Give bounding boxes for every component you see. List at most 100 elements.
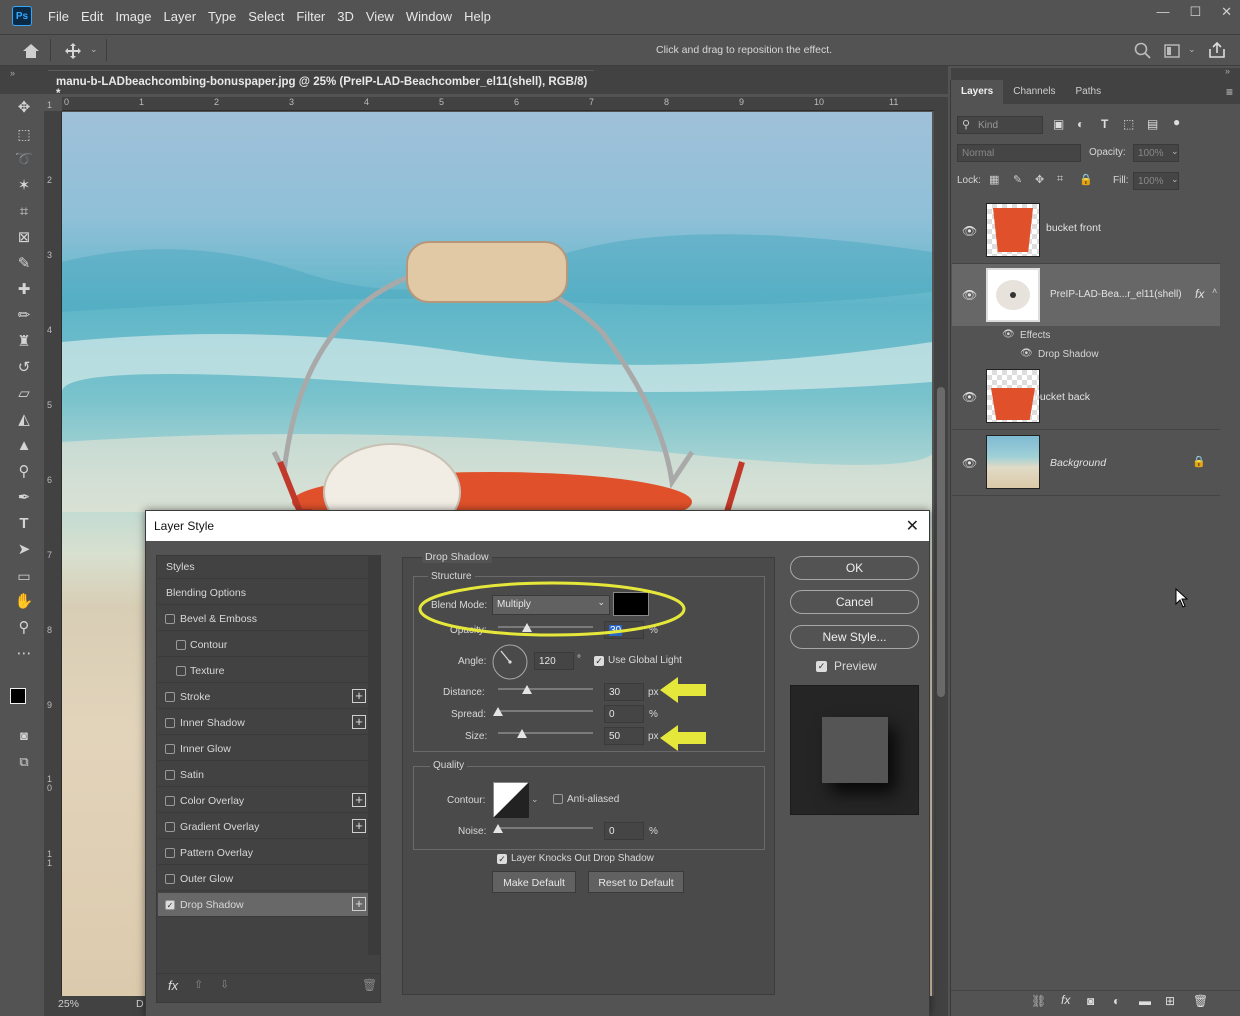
style-item[interactable]: Styles <box>158 555 368 579</box>
noise-field[interactable]: 0 <box>604 822 644 840</box>
reset-default-button[interactable]: Reset to Default <box>588 871 684 893</box>
style-checkbox[interactable] <box>165 848 175 858</box>
frame-tool-icon[interactable]: ⊠ <box>14 228 34 248</box>
canvas-scrollbar[interactable] <box>934 97 948 997</box>
style-item[interactable]: Color Overlay + <box>158 789 368 813</box>
style-checkbox[interactable] <box>165 692 175 702</box>
scrollbar-thumb[interactable] <box>937 387 945 697</box>
size-slider[interactable] <box>498 729 593 738</box>
make-default-button[interactable]: Make Default <box>492 871 576 893</box>
lock-all-icon[interactable]: 🔒 <box>1079 173 1093 186</box>
style-item[interactable]: Texture <box>158 659 368 683</box>
chevron-down-icon[interactable]: ⌄ <box>531 794 539 805</box>
distance-slider[interactable] <box>498 685 593 694</box>
slider-knob[interactable] <box>493 707 503 716</box>
layer-filter-select[interactable]: ⚲ Kind <box>957 116 1043 134</box>
crop-tool-icon[interactable]: ⌗ <box>14 202 34 222</box>
chevron-down-icon[interactable]: ⌄ <box>1188 44 1196 55</box>
link-layers-icon[interactable]: ⛓ <box>1031 994 1046 1008</box>
menu-edit[interactable]: Edit <box>75 9 109 24</box>
menu-window[interactable]: Window <box>400 9 458 24</box>
style-checkbox[interactable] <box>165 796 175 806</box>
pen-tool-icon[interactable]: ✒ <box>14 488 34 508</box>
lock-transparent-icon[interactable]: ▦ <box>989 173 999 186</box>
style-item[interactable]: ✓ Drop Shadow + <box>158 893 368 917</box>
angle-field[interactable]: 120 <box>534 652 574 670</box>
add-mask-icon[interactable]: ◙ <box>1087 994 1094 1008</box>
move-down-icon[interactable]: ⇩ <box>220 978 229 991</box>
search-icon[interactable] <box>1134 42 1152 60</box>
brush-tool-icon[interactable]: ✏ <box>14 306 34 326</box>
effect-drop-shadow[interactable]: Drop Shadow <box>1038 349 1099 360</box>
size-field[interactable]: 50 <box>604 727 644 745</box>
visibility-eye-icon[interactable]: 👁 <box>1020 348 1033 359</box>
layer-row-bucket-front[interactable]: 👁 bucket front <box>952 198 1220 264</box>
lasso-tool-icon[interactable]: ➰ <box>14 150 34 170</box>
share-icon[interactable] <box>1208 41 1226 59</box>
tab-paths[interactable]: Paths <box>1066 80 1112 104</box>
chevron-up-icon[interactable]: ˄ <box>1212 286 1217 296</box>
type-tool-icon[interactable]: T <box>14 514 34 534</box>
visibility-eye-icon[interactable]: 👁 <box>962 390 977 404</box>
slider-knob[interactable] <box>516 729 527 738</box>
paint-bucket-icon[interactable]: ◭ <box>14 410 34 430</box>
visibility-eye-icon[interactable]: 👁 <box>962 224 977 238</box>
visibility-eye-icon[interactable]: 👁 <box>962 288 977 302</box>
style-checkbox[interactable] <box>176 640 186 650</box>
filter-toggle-icon[interactable]: ● <box>1173 115 1180 129</box>
chevron-down-icon[interactable]: ⌄ <box>90 44 98 55</box>
add-effect-icon[interactable]: + <box>352 793 366 807</box>
cancel-button[interactable]: Cancel <box>790 590 919 614</box>
lock-artboard-icon[interactable]: ⌗ <box>1057 173 1063 186</box>
style-checkbox[interactable] <box>165 770 175 780</box>
filter-adjustment-icon[interactable]: ◐ <box>1077 117 1084 131</box>
history-brush-icon[interactable]: ↺ <box>14 358 34 378</box>
style-checkbox[interactable] <box>176 666 186 676</box>
noise-slider[interactable] <box>493 824 593 833</box>
status-doc-info[interactable]: D <box>136 998 144 1010</box>
lock-image-icon[interactable]: ✎ <box>1013 173 1022 186</box>
slider-knob[interactable] <box>493 824 503 833</box>
style-item[interactable]: Pattern Overlay <box>158 841 368 865</box>
contour-preview[interactable] <box>493 782 529 818</box>
style-item[interactable]: Blending Options <box>158 581 368 605</box>
menu-image[interactable]: Image <box>109 9 157 24</box>
visibility-eye-icon[interactable]: 👁 <box>1002 329 1015 340</box>
move-tool-icon[interactable] <box>64 42 82 60</box>
delete-effect-icon[interactable]: 🗑 <box>362 978 377 992</box>
spread-field[interactable]: 0 <box>604 705 644 723</box>
eraser-tool-icon[interactable]: ▱ <box>14 384 34 404</box>
healing-brush-icon[interactable]: ✚ <box>14 280 34 300</box>
filter-type-icon[interactable]: T <box>1101 117 1108 131</box>
chevron-down-icon[interactable]: ⌄ <box>1171 146 1179 157</box>
global-light-checkbox[interactable]: ✓ <box>594 656 604 666</box>
magic-wand-icon[interactable]: ✶ <box>14 176 34 196</box>
lock-position-icon[interactable]: ✥ <box>1035 173 1044 186</box>
foreground-color-swatch[interactable] <box>10 688 26 704</box>
style-item[interactable]: Satin <box>158 763 368 787</box>
adjustment-layer-icon[interactable]: ◐ <box>1113 994 1120 1008</box>
layer-row-background[interactable]: 👁 Background 🔒 <box>952 430 1220 496</box>
style-checkbox[interactable] <box>165 614 175 624</box>
knockout-checkbox[interactable]: ✓ <box>497 854 507 864</box>
tab-layers[interactable]: Layers <box>951 80 1004 104</box>
visibility-eye-icon[interactable]: 👁 <box>962 456 977 470</box>
zoom-tool-icon[interactable]: ⚲ <box>14 618 34 638</box>
menu-3d[interactable]: 3D <box>331 9 360 24</box>
add-effect-icon[interactable]: + <box>352 689 366 703</box>
new-style-button[interactable]: New Style... <box>790 625 919 649</box>
document-tab[interactable]: manu-b-LADbeachcombing-bonuspaper.jpg @ … <box>48 70 594 100</box>
filter-smart-object-icon[interactable]: ▤ <box>1147 117 1158 131</box>
close-window-button[interactable]: ✕ <box>1221 4 1232 20</box>
menu-view[interactable]: View <box>360 9 400 24</box>
hand-tool-icon[interactable]: ✋ <box>14 592 34 612</box>
workspace-icon[interactable] <box>1164 43 1184 59</box>
home-icon[interactable] <box>22 43 40 59</box>
blur-tool-icon[interactable]: ▲ <box>14 436 34 456</box>
anti-aliased-checkbox[interactable] <box>553 794 563 804</box>
move-tool-icon[interactable]: ✥ <box>14 98 34 118</box>
maximize-button[interactable]: ☐ <box>1189 4 1201 20</box>
style-checkbox[interactable] <box>165 718 175 728</box>
menu-select[interactable]: Select <box>242 9 290 24</box>
menu-layer[interactable]: Layer <box>158 9 203 24</box>
